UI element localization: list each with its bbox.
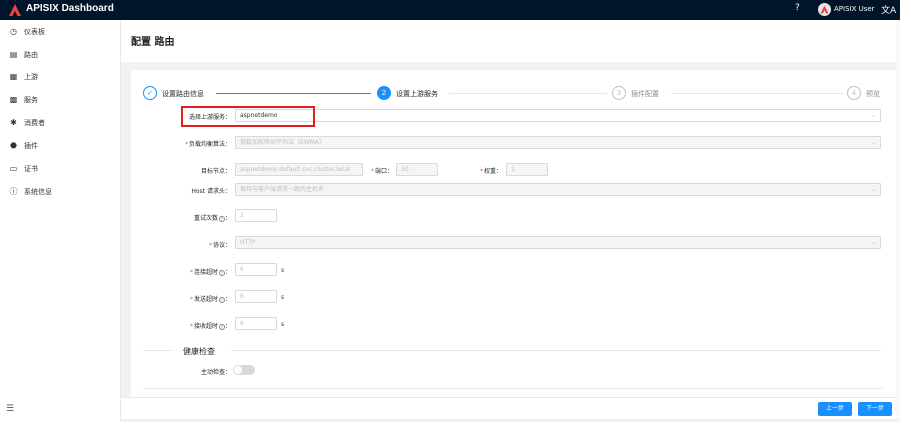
weight-input[interactable]: 1 <box>506 163 548 176</box>
next-step-button[interactable]: 下一步 <box>858 402 892 416</box>
connect-timeout-label: *连接超时?： <box>189 269 231 276</box>
step-connector <box>671 93 843 94</box>
question-icon: ? <box>218 269 225 276</box>
connect-timeout-unit: s <box>281 267 285 274</box>
certificate-icon: ▭ <box>9 164 18 173</box>
sidebar-item-label: 上游 <box>24 73 38 81</box>
apisix-logo-icon <box>9 4 21 16</box>
sidebar-item-dashboard[interactable]: ◷ 仪表板 <box>0 21 120 43</box>
help-icon[interactable]: ? <box>795 3 800 13</box>
chevron-down-icon: ⌄ <box>870 112 876 119</box>
chevron-down-icon: ⌄ <box>870 139 876 146</box>
sidebar-item-label: 路由 <box>24 51 38 59</box>
step-2-number: 2 <box>377 86 391 100</box>
section-divider <box>143 350 173 351</box>
send-timeout-unit: s <box>281 294 285 301</box>
route-form-card: ✓ 设置路由信息 2 设置上游服务 3 插件配置 4 预览 选择上游服务： as… <box>131 70 896 397</box>
read-timeout-unit: s <box>281 321 285 328</box>
scrollbar[interactable] <box>896 20 900 419</box>
target-node-input[interactable]: aspnetdemo.default.svc.cluster.local <box>235 163 363 176</box>
sidebar-item-consumers[interactable]: ✱ 消费者 <box>0 112 120 134</box>
section-divider <box>143 388 883 389</box>
active-check-label: 主动检查： <box>200 369 231 376</box>
step-4-label: 预览 <box>866 90 880 98</box>
question-icon: ? <box>218 296 225 303</box>
top-header: APISIX Dashboard ? APISIX User 文A <box>0 0 900 20</box>
read-timeout-label: *接收超时?： <box>189 323 231 330</box>
chevron-down-icon: ⌄ <box>870 239 876 246</box>
lb-algorithm-label: *负载均衡算法： <box>184 141 231 148</box>
step-3-label: 插件配置 <box>631 90 659 98</box>
upstream-icon: ▦ <box>9 72 18 81</box>
page-title: 配置 路由 <box>131 37 175 48</box>
sidebar-item-label: 消费者 <box>24 119 45 127</box>
protocol-label: *协议： <box>208 242 231 249</box>
step-2-label: 设置上游服务 <box>396 90 438 98</box>
step-3-number: 3 <box>612 86 626 100</box>
sidebar-item-label: 证书 <box>24 165 38 173</box>
upstream-select[interactable]: aspnetdemo ⌄ <box>235 109 881 122</box>
sidebar-item-label: 系统信息 <box>24 188 52 196</box>
sidebar-item-label: 服务 <box>24 96 38 104</box>
sidebar-item-routes[interactable]: ▤ 路由 <box>0 44 120 66</box>
footer-toolbar: 上一步 下一步 <box>121 397 896 419</box>
host-header-label: Host 请求头： <box>191 188 231 195</box>
section-divider <box>231 350 881 351</box>
question-icon: ? <box>218 323 225 330</box>
user-name[interactable]: APISIX User <box>834 5 875 13</box>
sidebar-item-label: 插件 <box>24 142 38 150</box>
step-connector <box>216 93 371 94</box>
step-4-number: 4 <box>847 86 861 100</box>
question-icon: ? <box>218 215 225 222</box>
consumer-icon: ✱ <box>10 118 17 127</box>
sidebar-item-upstream[interactable]: ▦ 上游 <box>0 66 120 88</box>
sidebar-item-system-info[interactable]: ⓘ 系统信息 <box>0 181 120 203</box>
app-title: APISIX Dashboard <box>26 3 114 14</box>
read-timeout-input[interactable]: 6 <box>235 317 277 330</box>
host-header-select[interactable]: 保持与客户端请求一致的主机名 ⌄ <box>235 183 881 196</box>
step-connector <box>449 93 607 94</box>
info-icon: ⓘ <box>9 187 18 196</box>
sidebar: ◷ 仪表板 ▤ 路由 ▦ 上游 ▩ 服务 ✱ 消费者 ⬣ 插件 ▭ 证书 ⓘ 系… <box>0 20 121 422</box>
weight-label: *权重： <box>480 168 503 175</box>
sidebar-item-certificates[interactable]: ▭ 证书 <box>0 158 120 180</box>
health-check-title: 健康检查 <box>183 347 215 356</box>
dashboard-icon: ◷ <box>10 27 17 36</box>
step-1-label: 设置路由信息 <box>162 90 204 98</box>
previous-step-button[interactable]: 上一步 <box>818 402 852 416</box>
user-avatar[interactable] <box>818 3 831 16</box>
language-icon[interactable]: 文A <box>881 3 896 16</box>
port-input[interactable]: 30 <box>396 163 438 176</box>
retries-label: 重试次数?： <box>193 215 231 222</box>
sidebar-item-label: 仪表板 <box>24 28 45 36</box>
sidebar-item-plugins[interactable]: ⬣ 插件 <box>0 135 120 157</box>
send-timeout-input[interactable]: 6 <box>235 290 277 303</box>
service-icon: ▩ <box>9 95 18 104</box>
plugin-icon: ⬣ <box>10 141 17 150</box>
toggle-knob <box>234 366 242 374</box>
port-label: *端口： <box>371 168 394 175</box>
menu-collapse-icon[interactable]: ☰ <box>6 404 14 414</box>
step-1-check-icon: ✓ <box>143 86 157 100</box>
route-icon: ▤ <box>9 50 18 59</box>
sidebar-item-services[interactable]: ▩ 服务 <box>0 89 120 111</box>
protocol-select[interactable]: HTTP ⌄ <box>235 236 881 249</box>
active-check-toggle[interactable] <box>233 365 255 375</box>
retries-input[interactable]: 2 <box>235 209 277 222</box>
send-timeout-label: *发送超时?： <box>189 296 231 303</box>
target-node-label: 目标节点： <box>200 168 231 175</box>
highlight-annotation <box>181 106 315 127</box>
lb-algorithm-value: 指数加权移动平均法（EWMA） <box>240 139 326 146</box>
lb-algorithm-select[interactable]: 指数加权移动平均法（EWMA） ⌄ <box>235 136 881 149</box>
connect-timeout-input[interactable]: 6 <box>235 263 277 276</box>
chevron-down-icon: ⌄ <box>870 186 876 193</box>
page-header: 配置 路由 <box>121 20 896 62</box>
